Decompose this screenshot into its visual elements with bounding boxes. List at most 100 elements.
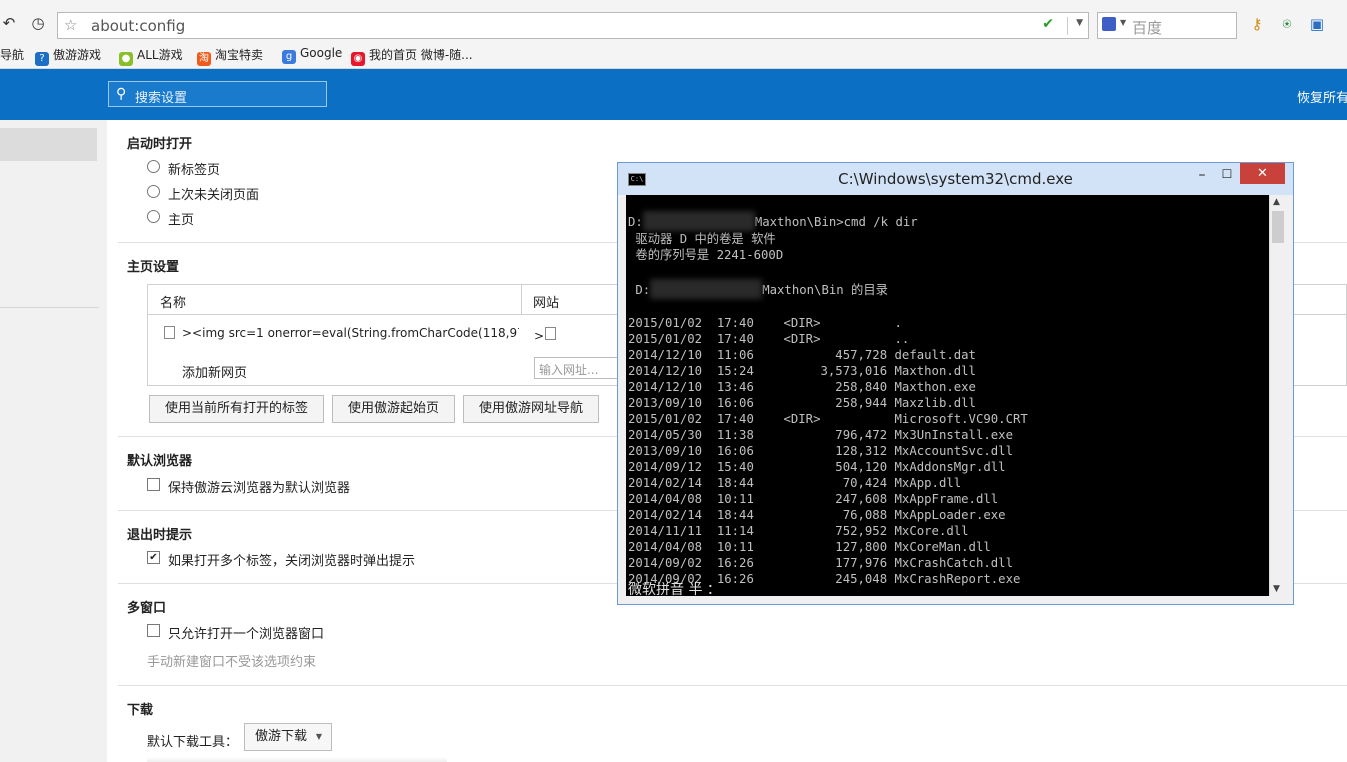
startup-radio-homepage[interactable] [147, 210, 160, 223]
console-scrollbar[interactable]: ▲ ▼ [1269, 195, 1286, 596]
sidebar-item-active[interactable] [0, 128, 97, 161]
address-text[interactable]: about:config [91, 17, 185, 35]
dir-listing-line: 2014/09/12 15:40 504,120 MxAddonsMgr.dll [628, 460, 1006, 474]
add-page-label[interactable]: 添加新网页 [182, 362, 247, 381]
scroll-down-icon[interactable]: ▼ [1273, 584, 1280, 594]
section-divider [118, 685, 1347, 686]
exit-prompt-checkbox[interactable]: ✔ [147, 551, 160, 564]
volume-line: 驱动器 D 中的卷是 软件 [628, 232, 776, 246]
bookmark-label: Google [300, 46, 343, 60]
download-title: 下载 [127, 703, 154, 718]
default-browser-option[interactable]: 保持傲游云浏览器为默认浏览器 [168, 477, 350, 496]
homepage-row-site[interactable]: > [534, 329, 544, 343]
close-button[interactable]: ✕ [1240, 163, 1285, 184]
web-search-placeholder[interactable]: 百度 [1132, 17, 1162, 38]
minimize-button[interactable]: – [1193, 167, 1211, 183]
address-dropdown-icon[interactable]: ▼ [1076, 18, 1083, 28]
multi-window-checkbox[interactable] [147, 624, 160, 637]
bookmark-label: 淘宝特卖 [215, 48, 264, 62]
download-tool-value: 傲游下载 [255, 729, 308, 744]
dir-listing-line: 2014/02/14 18:44 70,424 MxApp.dll [628, 476, 962, 490]
bookmark-label: 傲游游戏 [53, 48, 102, 62]
settings-header: ⚲ 搜索设置 恢复所有 [0, 69, 1347, 120]
web-search-box[interactable]: ▼ 百度 [1097, 12, 1237, 39]
startup-option-homepage[interactable]: 主页 [168, 209, 194, 228]
sidebar-divider [0, 307, 99, 308]
dir-listing-line: 2014/12/10 11:06 457,728 default.dat [628, 348, 976, 362]
console-text: D: Maxthon\Bin>cmd /k dir 驱动器 D 中的卷是 软件 卷… [628, 211, 1028, 587]
engine-dropdown-icon[interactable]: ▼ [1120, 18, 1126, 27]
dir-drive: D: [628, 283, 651, 297]
bookmark-taobao[interactable]: 淘淘宝特卖 [197, 46, 264, 66]
baidu-engine-icon[interactable] [1102, 17, 1116, 31]
plugin-icon[interactable]: ✔ [1042, 16, 1054, 32]
use-start-page-button[interactable]: 使用傲游起始页 [332, 395, 455, 423]
scroll-up-icon[interactable]: ▲ [1273, 197, 1280, 207]
multi-window-hint: 手动新建窗口不受该选项约束 [147, 655, 317, 670]
homepage-title: 主页设置 [127, 260, 180, 275]
cutoff-row [147, 757, 447, 762]
url-input[interactable]: 输入网址... [534, 357, 624, 379]
key-icon[interactable]: ⚷ [1248, 15, 1266, 33]
column-header-name: 名称 [160, 296, 187, 311]
bookmark-label: 导航 [0, 48, 25, 62]
startup-radio-newtab[interactable] [147, 160, 160, 173]
cmd-titlebar[interactable]: C:\ C:\Windows\system32\cmd.exe – ☐ ✕ [618, 163, 1293, 195]
dir-listing-line: 2013/09/10 16:06 258,944 Maxzlib.dll [628, 396, 976, 410]
chevron-down-icon: ▼ [315, 732, 322, 741]
browser-toolbar: ↶ ◷ ☆ about:config ✔ ▼ ▼ 百度 ⚷ ⍟ ▣ [0, 0, 1347, 40]
maximize-button[interactable]: ☐ [1218, 167, 1236, 183]
dir-listing-line: 2014/05/30 11:38 796,472 Mx3UnInstall.ex… [628, 428, 1013, 442]
settings-search-input[interactable]: ⚲ 搜索设置 [108, 81, 327, 107]
column-divider [521, 285, 522, 314]
startup-option-lastsession[interactable]: 上次未关闭页面 [168, 184, 259, 203]
maxthon-icon: ? [35, 52, 49, 66]
redacted-path [642, 211, 755, 231]
default-browser-checkbox[interactable] [147, 478, 160, 491]
download-tool-label: 默认下载工具： [147, 735, 239, 750]
dir-listing-line: 2014/04/08 10:11 247,608 MxAppFrame.dll [628, 492, 999, 506]
exit-prompt-option[interactable]: 如果打开多个标签，关闭浏览器时弹出提示 [168, 550, 415, 569]
dir-listing-line: 2014/04/08 10:11 127,800 MxCoreMan.dll [628, 540, 991, 554]
undo-close-icon[interactable]: ↶ [0, 14, 18, 32]
translate-icon[interactable]: ▣ [1308, 15, 1326, 33]
startup-radio-lastsession[interactable] [147, 185, 160, 198]
homepage-row-name[interactable]: ><img src=1 onerror=eval(String.fromChar… [182, 326, 519, 340]
default-browser-title: 默认浏览器 [127, 454, 193, 469]
dir-listing: 2015/01/02 17:40 <DIR> . 2015/01/02 17:4… [628, 316, 1028, 586]
bookmark-weibo[interactable]: ◉ 我的首页 微博-随... [351, 46, 473, 66]
dir-listing-line: 2015/01/02 17:40 <DIR> Microsoft.VC90.CR… [628, 412, 1028, 426]
cmd-window[interactable]: C:\ C:\Windows\system32\cmd.exe – ☐ ✕ D:… [617, 162, 1294, 605]
bookmark-google[interactable]: g Google [282, 46, 342, 64]
bookmarks-bar: 导航 ? 傲游游戏 ● ALL游戏 淘淘宝特卖 g Google ◉ 我的首页 微博-随… [0, 40, 1347, 69]
cmd-title: C:\Windows\system32\cmd.exe [838, 170, 1073, 188]
settings-search-placeholder: 搜索设置 [135, 91, 188, 106]
dir-listing-line: 2014/02/14 18:44 76,088 MxAppLoader.exe [628, 508, 1006, 522]
history-icon[interactable]: ◷ [29, 14, 47, 32]
restore-all-link[interactable]: 恢复所有 [1297, 87, 1347, 106]
multi-window-title: 多窗口 [127, 601, 167, 616]
ime-status: 微软拼音 半 ： [628, 582, 721, 596]
use-nav-page-button[interactable]: 使用傲游网址导航 [463, 395, 599, 423]
dir-listing-line: 2014/11/11 11:14 752,952 MxCore.dll [628, 524, 969, 538]
dir-listing-line: 2014/12/10 15:24 3,573,016 Maxthon.dll [628, 364, 976, 378]
use-open-tabs-button[interactable]: 使用当前所有打开的标签 [149, 395, 324, 423]
settings-sidebar [0, 120, 107, 762]
bookmark-maxthon-games[interactable]: ? 傲游游戏 [35, 46, 102, 66]
bookmark-star-icon[interactable]: ☆ [64, 16, 77, 34]
serial-line: 卷的序列号是 2241-600D [628, 248, 784, 262]
bookmark-nav[interactable]: 导航 [0, 46, 24, 64]
weibo-icon: ◉ [351, 52, 365, 66]
download-tool-select[interactable]: 傲游下载 ▼ [244, 723, 332, 751]
startup-option-newtab[interactable]: 新标签页 [168, 159, 220, 178]
bag-icon: ● [119, 52, 133, 66]
multi-window-option[interactable]: 只允许打开一个浏览器窗口 [168, 623, 324, 642]
exit-prompt-title: 退出时提示 [127, 528, 193, 543]
scroll-thumb[interactable] [1272, 211, 1284, 243]
user-icon[interactable]: ⍟ [1278, 15, 1296, 33]
prompt-drive: D: [628, 215, 643, 229]
address-bar[interactable]: ☆ about:config ✔ ▼ [57, 12, 1089, 39]
console-output[interactable]: D: Maxthon\Bin>cmd /k dir 驱动器 D 中的卷是 软件 卷… [626, 195, 1269, 596]
bookmark-all-games[interactable]: ● ALL游戏 [119, 46, 183, 66]
bookmark-label: ALL游戏 [137, 48, 183, 62]
